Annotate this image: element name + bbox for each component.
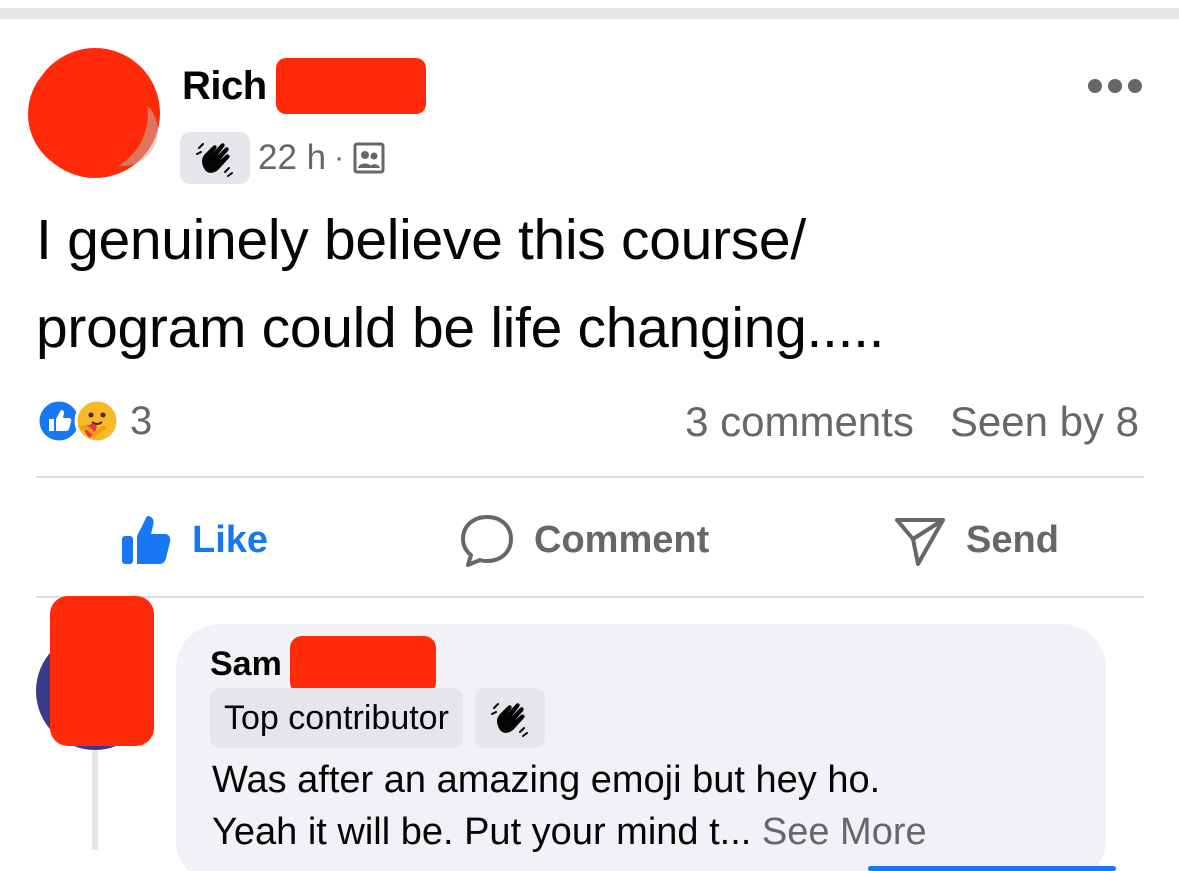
- comment-button[interactable]: Comment: [458, 508, 709, 572]
- wave-icon: [196, 143, 233, 177]
- post-meta: 22 h ·: [180, 132, 386, 184]
- reaction-summary[interactable]: 3: [36, 398, 152, 444]
- comment-text-line-1: Was after an amazing emoji but hey ho.: [212, 759, 881, 801]
- post-time[interactable]: 22 h: [258, 138, 326, 178]
- post-text: I genuinely believe this course/ program…: [36, 196, 1156, 372]
- wave-icon: [490, 703, 528, 737]
- comment-bubble-icon: [461, 515, 513, 567]
- send-label: Send: [966, 518, 1059, 561]
- post-text-line-1: I genuinely believe this course/: [36, 208, 806, 272]
- commenter-name[interactable]: Sam: [210, 645, 282, 684]
- seen-by[interactable]: Seen by 8: [950, 398, 1139, 446]
- thumbs-up-icon: [122, 516, 171, 564]
- group-icon: [353, 142, 385, 174]
- comment-text-line-2-content: Yeah it will be. Put your mind t...: [212, 811, 752, 853]
- reaction-count: 3: [130, 398, 153, 443]
- divider-top: [36, 476, 1144, 478]
- commenter-surname-redaction: [290, 636, 436, 694]
- commenter-wave-badge[interactable]: [474, 688, 545, 748]
- divider-bottom: [36, 596, 1144, 598]
- top-contributor-badge[interactable]: Top contributor: [210, 688, 463, 748]
- wave-badge[interactable]: [180, 132, 250, 184]
- like-label: Like: [192, 518, 269, 561]
- send-icon: [895, 518, 945, 566]
- comment-text-line-2: Yeah it will be. Put your mind t... See …: [212, 806, 1092, 858]
- meta-separator: ·: [334, 141, 345, 174]
- comments-count[interactable]: 3 comments: [685, 398, 914, 446]
- like-button[interactable]: Like: [118, 508, 268, 572]
- care-reaction-icon: [74, 398, 120, 444]
- commenter-avatar-redaction: [50, 596, 154, 746]
- bottom-accent-bar: [868, 866, 1116, 871]
- post-text-line-2: program could be life changing.....: [36, 296, 885, 360]
- author-name[interactable]: Rich: [182, 64, 267, 109]
- send-button[interactable]: Send: [892, 508, 1059, 572]
- more-options-icon[interactable]: [1088, 76, 1142, 96]
- comment-label: Comment: [534, 518, 710, 561]
- commenter-badges: Top contributor: [210, 688, 545, 748]
- top-separator-bar: [0, 8, 1179, 19]
- thread-line: [92, 750, 98, 850]
- surname-redaction: [276, 58, 426, 114]
- comment-text: Was after an amazing emoji but hey ho. Y…: [212, 754, 1092, 858]
- post-stats: 3 comments Seen by 8: [685, 398, 1139, 446]
- avatar-redaction: [28, 54, 148, 174]
- see-more-link[interactable]: See More: [762, 811, 927, 853]
